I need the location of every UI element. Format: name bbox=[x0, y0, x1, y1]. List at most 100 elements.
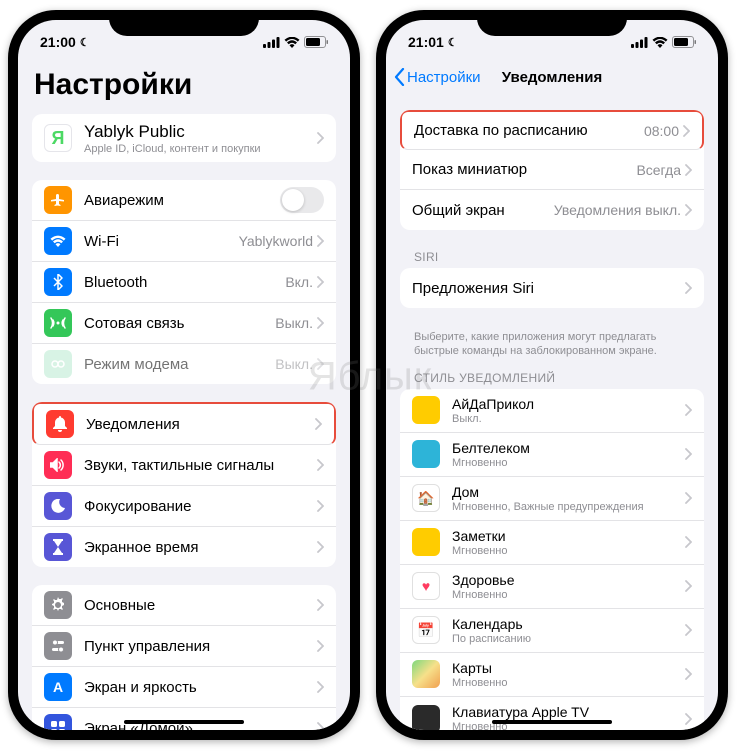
app-icon: 📅 bbox=[412, 616, 440, 644]
row-label: Общий экран bbox=[412, 202, 505, 219]
row-value: Всегда bbox=[636, 162, 681, 178]
app-sub: Мгновенно bbox=[452, 677, 685, 689]
settings-row-Экранное время[interactable]: Экранное время bbox=[32, 527, 336, 567]
chevron-right-icon bbox=[683, 125, 690, 137]
app-sub: Мгновенно, Важные предупреждения bbox=[452, 501, 685, 513]
app-sub: Мгновенно bbox=[452, 457, 685, 469]
connectivity-section: АвиарежимWi-FiYablykworldBluetoothВкл.Со… bbox=[32, 180, 336, 384]
settings-row-Экран «Домой»[interactable]: Экран «Домой» bbox=[32, 708, 336, 730]
row-label: Основные bbox=[84, 597, 317, 614]
app-row[interactable]: Клавиатура Apple TVМгновенно bbox=[400, 697, 704, 730]
app-row[interactable]: АйДаПриколВыкл. bbox=[400, 389, 704, 433]
app-name: Клавиатура Apple TV bbox=[452, 704, 685, 720]
setting-row[interactable]: Доставка по расписанию08:00 bbox=[400, 110, 704, 150]
app-name: Карты bbox=[452, 660, 685, 676]
delivery-section: Доставка по расписанию08:00Показ миниатю… bbox=[400, 110, 704, 230]
siri-footer: Выберите, какие приложения могут предлаг… bbox=[386, 326, 718, 369]
home-screen-icon bbox=[44, 714, 72, 730]
app-name: Белтелеком bbox=[452, 440, 685, 456]
row-label: Фокусирование bbox=[84, 498, 317, 515]
signal-icon bbox=[263, 37, 280, 48]
row-label: Авиарежим bbox=[84, 192, 280, 209]
app-icon bbox=[412, 660, 440, 688]
page-title: Настройки bbox=[18, 58, 350, 114]
settings-row-Основные[interactable]: Основные bbox=[32, 585, 336, 626]
chevron-right-icon bbox=[317, 459, 324, 471]
row-label: Звуки, тактильные сигналы bbox=[84, 457, 317, 474]
row-label: Wi-Fi bbox=[84, 233, 239, 250]
app-sub: Мгновенно bbox=[452, 545, 685, 557]
chevron-right-icon bbox=[317, 317, 324, 329]
row-label: Доставка по расписанию bbox=[414, 122, 588, 139]
chevron-right-icon bbox=[317, 500, 324, 512]
row-label: Режим модема bbox=[84, 356, 275, 373]
home-indicator[interactable] bbox=[492, 720, 612, 724]
row-label: Сотовая связь bbox=[84, 315, 275, 332]
moon-icon: ☾ bbox=[80, 36, 90, 49]
chevron-right-icon bbox=[685, 404, 692, 416]
toggle[interactable] bbox=[280, 187, 324, 213]
chevron-right-icon bbox=[317, 681, 324, 693]
home-indicator[interactable] bbox=[124, 720, 244, 724]
app-icon bbox=[412, 705, 440, 730]
row-label: Пункт управления bbox=[84, 638, 317, 655]
settings-row-Звуки, тактильные сигналы[interactable]: Звуки, тактильные сигналы bbox=[32, 445, 336, 486]
settings-row-Экран и яркость[interactable]: AЭкран и яркость bbox=[32, 667, 336, 708]
setting-row[interactable]: Показ миниатюрВсегда bbox=[400, 150, 704, 190]
setting-row[interactable]: Общий экран Уведомления выкл. bbox=[400, 190, 704, 230]
app-icon: 🏠 bbox=[412, 484, 440, 512]
wifi-icon bbox=[652, 37, 668, 48]
phone-right: 21:01☾ Настройки Уведомления Доставка по… bbox=[376, 10, 728, 740]
settings-row-Режим модема[interactable]: Режим модемаВыкл. bbox=[32, 344, 336, 384]
row-value: Вкл. bbox=[285, 274, 313, 290]
status-icons bbox=[263, 36, 328, 48]
bluetooth-icon bbox=[44, 268, 72, 296]
row-label: Экранное время bbox=[84, 539, 317, 556]
status-icons bbox=[631, 36, 696, 48]
settings-row-Авиарежим[interactable]: Авиарежим bbox=[32, 180, 336, 221]
app-row[interactable]: 📅КалендарьПо расписанию bbox=[400, 609, 704, 653]
siri-suggestions-row[interactable]: Предложения Siri bbox=[400, 268, 704, 308]
screentime-icon bbox=[44, 533, 72, 561]
chevron-right-icon bbox=[685, 204, 692, 216]
row-value: Выкл. bbox=[275, 315, 313, 331]
nav-bar: Настройки Уведомления bbox=[386, 58, 718, 96]
wifi-icon bbox=[284, 37, 300, 48]
chevron-right-icon bbox=[685, 448, 692, 460]
focus-icon bbox=[44, 492, 72, 520]
settings-row-Уведомления[interactable]: Уведомления bbox=[32, 402, 336, 445]
chevron-right-icon bbox=[685, 164, 692, 176]
settings-row-Wi-Fi[interactable]: Wi-FiYablykworld bbox=[32, 221, 336, 262]
notifications-section: Уведомления Звуки, тактильные сигналы Фоку… bbox=[32, 402, 336, 567]
account-row[interactable]: Я Yablyk Public Apple ID, iCloud, контен… bbox=[32, 114, 336, 162]
app-icon bbox=[412, 396, 440, 424]
chevron-right-icon bbox=[317, 358, 324, 370]
chevron-right-icon bbox=[685, 580, 692, 592]
app-sub: Мгновенно bbox=[452, 589, 685, 601]
account-logo: Я bbox=[44, 124, 72, 152]
app-row[interactable]: 🏠 ДомМгновенно, Важные предупреждения bbox=[400, 477, 704, 521]
settings-row-Пункт управления[interactable]: Пункт управления bbox=[32, 626, 336, 667]
row-label: Экран и яркость bbox=[84, 679, 317, 696]
back-button[interactable]: Настройки bbox=[394, 68, 481, 86]
phone-left: 21:00☾ Настройки Я Yablyk Public Apple I… bbox=[8, 10, 360, 740]
app-row[interactable]: КартыМгновенно bbox=[400, 653, 704, 697]
app-row[interactable]: ♥ЗдоровьеМгновенно bbox=[400, 565, 704, 609]
chevron-right-icon bbox=[317, 132, 324, 144]
notch bbox=[109, 10, 259, 36]
settings-row-Сотовая связь[interactable]: Сотовая связьВыкл. bbox=[32, 303, 336, 344]
control-center-icon bbox=[44, 632, 72, 660]
settings-row-Фокусирование[interactable]: Фокусирование bbox=[32, 486, 336, 527]
apps-section: АйДаПриколВыкл.БелтелекомМгновенно🏠ДомМг… bbox=[400, 389, 704, 730]
row-value: Уведомления выкл. bbox=[554, 202, 681, 218]
siri-section: Предложения Siri bbox=[400, 268, 704, 308]
row-value: Yablykworld bbox=[239, 233, 313, 249]
chevron-right-icon bbox=[317, 235, 324, 247]
app-icon bbox=[412, 440, 440, 468]
chevron-right-icon bbox=[315, 418, 322, 430]
row-label: Bluetooth bbox=[84, 274, 285, 291]
settings-row-Bluetooth[interactable]: BluetoothВкл. bbox=[32, 262, 336, 303]
app-row[interactable]: БелтелекомМгновенно bbox=[400, 433, 704, 477]
app-name: Дом bbox=[452, 484, 685, 500]
app-row[interactable]: ЗаметкиМгновенно bbox=[400, 521, 704, 565]
